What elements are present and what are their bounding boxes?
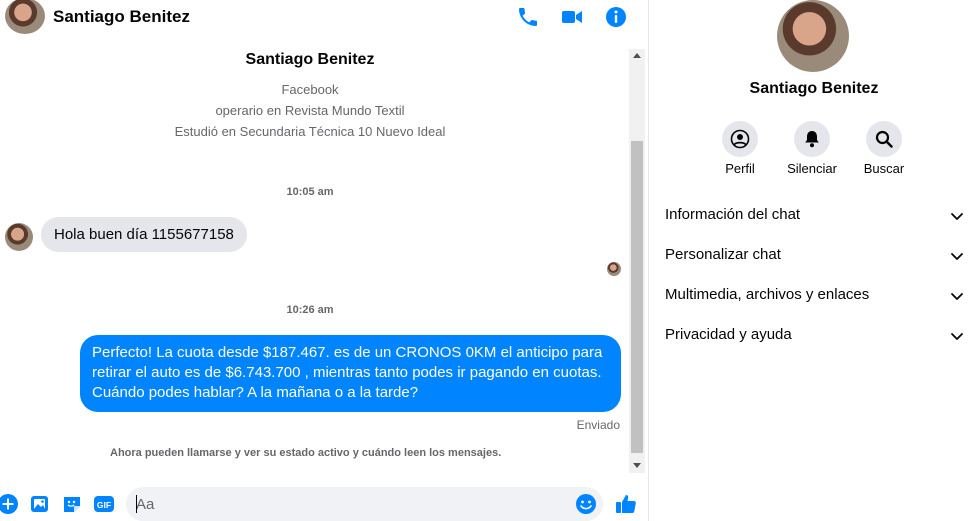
thumbs-up-icon[interactable] [615, 493, 637, 515]
search-icon [866, 121, 902, 157]
seen-indicator-avatar [607, 262, 621, 276]
mute-button[interactable]: Silenciar [772, 121, 852, 176]
scrollbar[interactable] [629, 49, 645, 473]
emoji-icon[interactable] [575, 493, 597, 515]
scroll-up-arrow-icon[interactable] [633, 53, 641, 58]
chat-pane: Santiago Benitez Santiago Benitez Facebo… [0, 0, 649, 521]
timestamp-separator: 10:26 am [286, 304, 334, 316]
info-avatar[interactable] [777, 0, 849, 72]
sender-avatar[interactable] [5, 223, 33, 251]
chevron-down-icon [949, 288, 965, 304]
info-contact-name: Santiago Benitez [749, 80, 879, 97]
phone-icon[interactable] [516, 5, 540, 29]
section-privacy-help[interactable]: Privacidad y ayuda [665, 324, 965, 348]
gif-label: GIF [97, 500, 111, 510]
profile-label: Perfil [725, 161, 755, 176]
scrollbar-thumb[interactable] [631, 141, 643, 453]
message-status: Enviado [576, 418, 620, 432]
search-label: Buscar [863, 161, 905, 176]
chevron-down-icon [949, 328, 965, 344]
add-icon[interactable] [0, 493, 19, 515]
contact-name[interactable]: Santiago Benitez [53, 7, 190, 27]
chat-info-panel: Santiago Benitez Perfil Silenciar Buscar… [650, 0, 978, 521]
profile-button[interactable]: Perfil [700, 121, 780, 176]
profile-icon [722, 121, 758, 157]
section-chat-info[interactable]: Información del chat [665, 204, 965, 228]
connection-notice: Ahora pueden llamarse y ver su estado ac… [110, 447, 502, 459]
composer: GIF [0, 485, 648, 521]
section-media-files-links[interactable]: Multimedia, archivos y enlaces [665, 284, 965, 308]
timestamp-separator: 10:05 am [286, 186, 334, 198]
section-label: Personalizar chat [665, 246, 781, 263]
section-customize-chat[interactable]: Personalizar chat [665, 244, 965, 268]
thread-profile-work: operario en Revista Mundo Textil [215, 103, 405, 118]
section-label: Información del chat [665, 206, 801, 223]
info-icon[interactable] [604, 5, 628, 29]
mute-label: Silenciar [787, 161, 837, 176]
thread-profile-education: Estudió en Secundaria Técnica 10 Nuevo I… [174, 124, 446, 139]
search-button[interactable]: Buscar [844, 121, 924, 176]
contact-avatar[interactable] [5, 0, 45, 34]
sticker-icon[interactable] [61, 493, 83, 515]
section-label: Multimedia, archivos y enlaces [665, 286, 870, 303]
thread-profile-source: Facebook [281, 82, 339, 97]
scroll-down-arrow-icon[interactable] [633, 463, 641, 468]
message-input-box[interactable] [126, 487, 603, 521]
thread-profile-name: Santiago Benitez [245, 51, 375, 68]
gif-icon[interactable]: GIF [93, 493, 115, 515]
video-camera-icon[interactable] [560, 5, 584, 29]
incoming-message[interactable]: Hola buen día 1155677158 [41, 217, 247, 252]
chevron-down-icon [949, 248, 965, 264]
chevron-down-icon [949, 208, 965, 224]
section-label: Privacidad y ayuda [665, 326, 792, 343]
outgoing-message[interactable]: Perfecto! La cuota desde $187.467. es de… [80, 335, 621, 412]
text-caret [136, 495, 137, 513]
photo-icon[interactable] [29, 493, 51, 515]
message-input[interactable] [136, 494, 566, 514]
bell-icon [794, 121, 830, 157]
chat-header: Santiago Benitez [0, 0, 648, 34]
